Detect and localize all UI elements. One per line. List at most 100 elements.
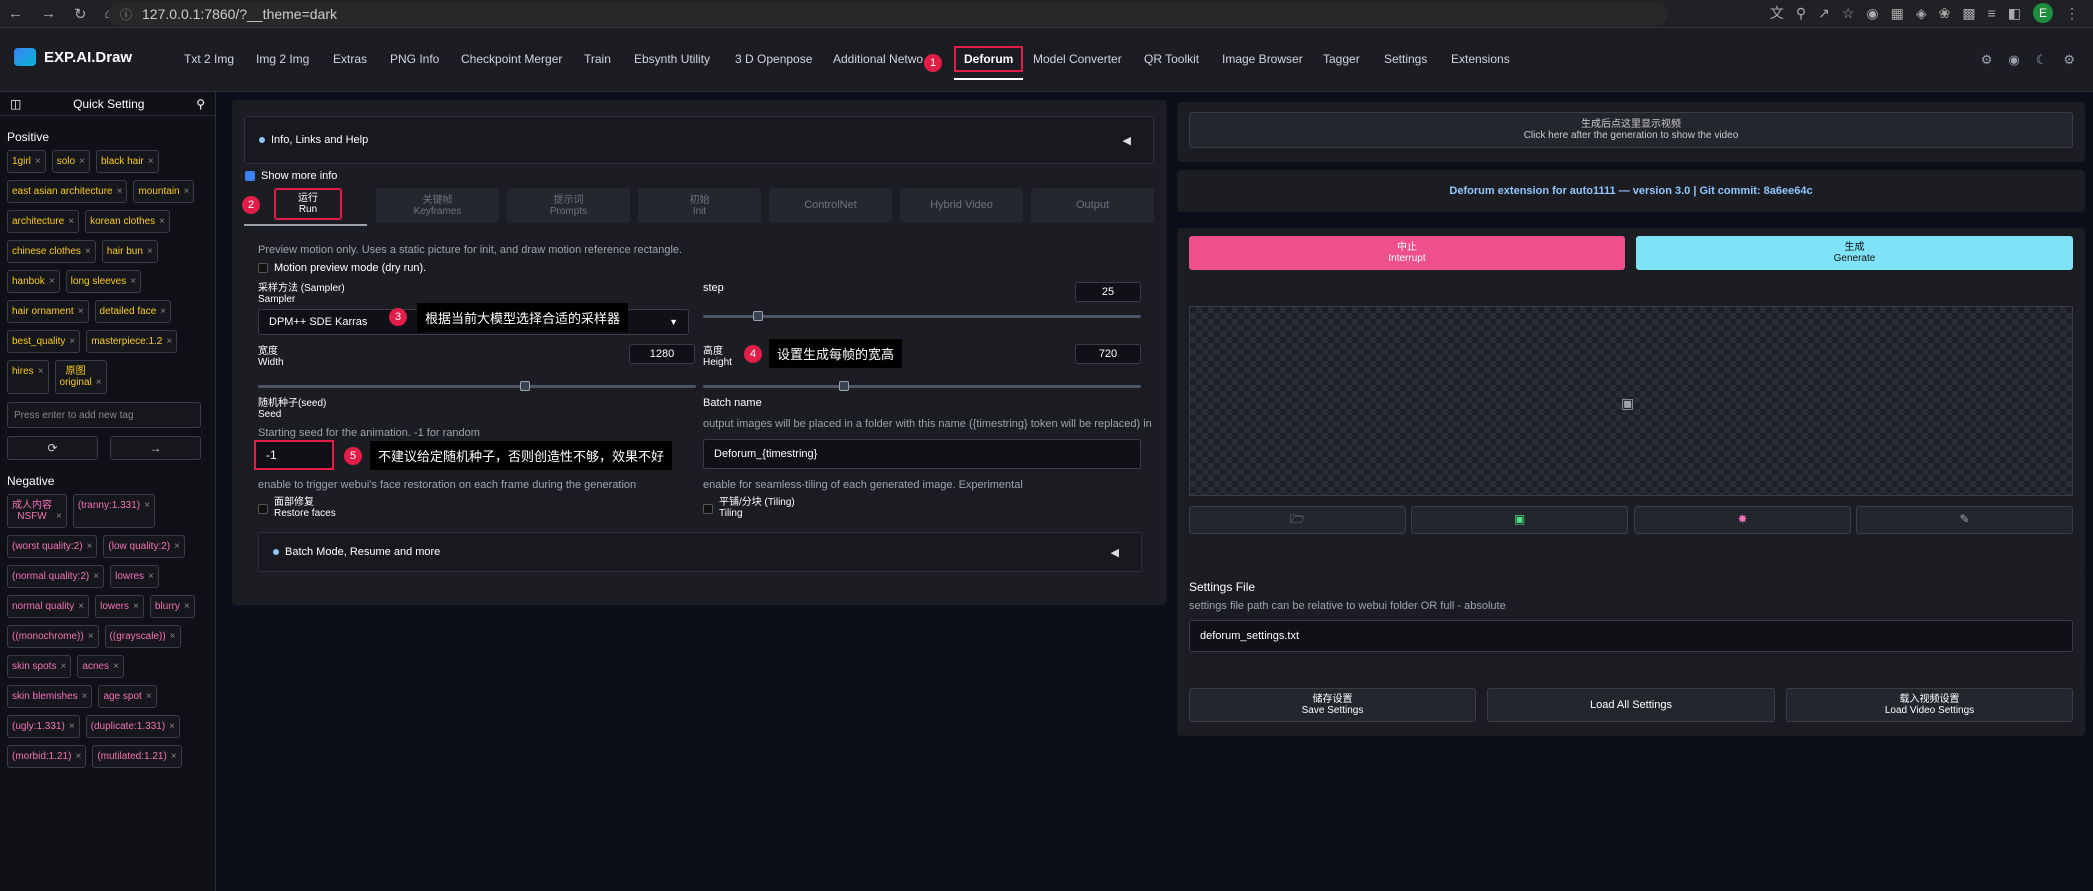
reload-icon[interactable]: ↻	[74, 5, 87, 23]
negative-tag[interactable]: skin blemishes ×	[7, 685, 93, 708]
tab-additional-networks[interactable]: Additional Netwo	[833, 52, 923, 66]
tab-png-info[interactable]: PNG Info	[390, 52, 439, 66]
profile-avatar[interactable]: E	[2033, 3, 2053, 23]
remove-tag-icon[interactable]: ×	[147, 246, 153, 257]
remove-tag-icon[interactable]: ×	[85, 246, 91, 257]
info-icon[interactable]: ⓘ	[120, 6, 132, 23]
dark-mode-icon[interactable]: ☾	[2036, 52, 2048, 68]
github-icon[interactable]: ◉	[2008, 52, 2019, 68]
positive-tag[interactable]: long sleeves ×	[65, 270, 142, 293]
width-slider[interactable]	[258, 381, 696, 391]
panel-divider[interactable]	[219, 92, 232, 891]
subtab-prompts[interactable]: 提示词 Prompts	[507, 188, 630, 223]
positive-tag[interactable]: solo ×	[51, 150, 90, 173]
send-to-extras-button[interactable]: ✎	[1856, 506, 2073, 534]
positive-tag[interactable]: black hair ×	[95, 150, 159, 173]
negative-tag[interactable]: 成人内容 NSFW ×	[7, 494, 67, 528]
negative-tag[interactable]: (ugly:1.331) ×	[7, 715, 80, 738]
negative-tag[interactable]: (tranny:1.331) ×	[72, 494, 155, 528]
tab-checkpoint-merger[interactable]: Checkpoint Merger	[461, 52, 562, 66]
positive-tag[interactable]: 原图 original ×	[54, 360, 107, 394]
positive-tag[interactable]: best_quality ×	[7, 330, 81, 353]
extension-icon[interactable]: ▦	[1891, 5, 1904, 22]
subtab-init[interactable]: 初始 Init	[638, 188, 761, 223]
tab-img2img[interactable]: Img 2 Img	[256, 52, 309, 66]
load-all-settings-button[interactable]: Load All Settings	[1487, 688, 1775, 722]
height-input[interactable]: 720	[1075, 344, 1141, 364]
tab-qr-toolkit[interactable]: QR Toolkit	[1144, 52, 1199, 66]
remove-tag-icon[interactable]: ×	[69, 721, 75, 732]
gear-icon[interactable]: ⚙	[2063, 52, 2075, 68]
tab-tagger[interactable]: Tagger	[1323, 52, 1360, 66]
tab-image-browser[interactable]: Image Browser	[1222, 52, 1303, 66]
remove-tag-icon[interactable]: ×	[148, 156, 154, 167]
remove-tag-icon[interactable]: ×	[60, 661, 66, 672]
arrow-right-button[interactable]: →	[110, 436, 201, 460]
slider-handle[interactable]	[839, 381, 849, 391]
show-more-info-checkbox[interactable]: Show more info	[245, 170, 337, 182]
translate-icon[interactable]: 文	[1770, 3, 1784, 23]
more-vert-icon[interactable]: ⋮	[2065, 5, 2079, 22]
collapse-icon[interactable]: ◫	[10, 97, 21, 111]
tab-train[interactable]: Train	[584, 52, 611, 66]
remove-tag-icon[interactable]: ×	[171, 751, 177, 762]
remove-tag-icon[interactable]: ×	[117, 186, 123, 197]
interrupt-button[interactable]: 中止 Interrupt	[1189, 236, 1625, 270]
remove-tag-icon[interactable]: ×	[82, 691, 88, 702]
negative-tag[interactable]: blurry ×	[149, 595, 195, 618]
sidepanel-icon[interactable]: ◧	[2008, 5, 2021, 22]
info-accordion[interactable]: Info, Links and Help ◀	[244, 116, 1154, 164]
positive-tag[interactable]: hanbok ×	[7, 270, 60, 293]
negative-tag[interactable]: (morbid:1.21) ×	[7, 745, 87, 768]
remove-tag-icon[interactable]: ×	[133, 601, 139, 612]
bookmark-star-icon[interactable]: ☆	[1842, 5, 1855, 22]
negative-tag[interactable]: (normal quality:2) ×	[7, 565, 105, 588]
negative-tag[interactable]: skin spots ×	[7, 655, 72, 678]
remove-tag-icon[interactable]: ×	[174, 541, 180, 552]
remove-tag-icon[interactable]: ×	[93, 571, 99, 582]
tab-ebsynth-utility[interactable]: Ebsynth Utility	[634, 52, 710, 66]
subtab-run[interactable]: 运行 Run	[274, 188, 342, 220]
extension-icon[interactable]: ◈	[1916, 5, 1927, 22]
negative-tag[interactable]: age spot ×	[98, 685, 157, 708]
open-folder-button[interactable]: 🗁	[1189, 506, 1406, 534]
negative-tag[interactable]: normal quality ×	[7, 595, 90, 618]
show-video-button[interactable]: 生成后点这里显示视频 Click here after the generati…	[1189, 112, 2073, 148]
remove-tag-icon[interactable]: ×	[184, 601, 190, 612]
remove-tag-icon[interactable]: ×	[38, 366, 44, 377]
remove-tag-icon[interactable]: ×	[35, 156, 41, 167]
positive-tag[interactable]: hair ornament ×	[7, 300, 89, 323]
remove-tag-icon[interactable]: ×	[170, 631, 176, 642]
positive-tag[interactable]: east asian architecture ×	[7, 180, 128, 203]
share-icon[interactable]: ↗	[1818, 5, 1830, 22]
negative-tag[interactable]: acnes ×	[77, 655, 124, 678]
menu-icon[interactable]: ≡	[1988, 5, 1996, 21]
subtab-output[interactable]: Output	[1031, 188, 1154, 223]
remove-tag-icon[interactable]: ×	[159, 216, 165, 227]
tab-extras[interactable]: Extras	[333, 52, 367, 66]
remove-tag-icon[interactable]: ×	[88, 631, 94, 642]
batch-name-input[interactable]: Deforum_{timestring}	[703, 439, 1141, 469]
tab-settings[interactable]: Settings	[1384, 52, 1427, 66]
remove-tag-icon[interactable]: ×	[184, 186, 190, 197]
remove-tag-icon[interactable]: ×	[78, 306, 84, 317]
tab-txt2img[interactable]: Txt 2 Img	[184, 52, 234, 66]
remove-tag-icon[interactable]: ×	[87, 541, 93, 552]
positive-tag[interactable]: hair bun ×	[101, 240, 158, 263]
positive-tag[interactable]: masterpiece:1.2 ×	[86, 330, 178, 353]
positive-tag[interactable]: architecture ×	[7, 210, 80, 233]
positive-tag[interactable]: mountain ×	[133, 180, 195, 203]
motion-preview-checkbox[interactable]: Motion preview mode (dry run).	[258, 262, 426, 274]
tab-model-converter[interactable]: Model Converter	[1033, 52, 1122, 66]
positive-tag[interactable]: hires ×	[7, 360, 49, 394]
width-input[interactable]: 1280	[629, 344, 695, 364]
negative-tag[interactable]: (duplicate:1.331) ×	[85, 715, 180, 738]
remove-tag-icon[interactable]: ×	[160, 306, 166, 317]
slider-handle[interactable]	[520, 381, 530, 391]
seed-input[interactable]: -1	[254, 440, 334, 470]
remove-tag-icon[interactable]: ×	[130, 276, 136, 287]
remove-tag-icon[interactable]: ×	[68, 216, 74, 227]
tiling-checkbox[interactable]: 平铺/分块 (Tiling) Tiling	[703, 497, 795, 519]
negative-tag[interactable]: (mutilated:1.21) ×	[92, 745, 182, 768]
height-slider[interactable]	[703, 381, 1141, 391]
